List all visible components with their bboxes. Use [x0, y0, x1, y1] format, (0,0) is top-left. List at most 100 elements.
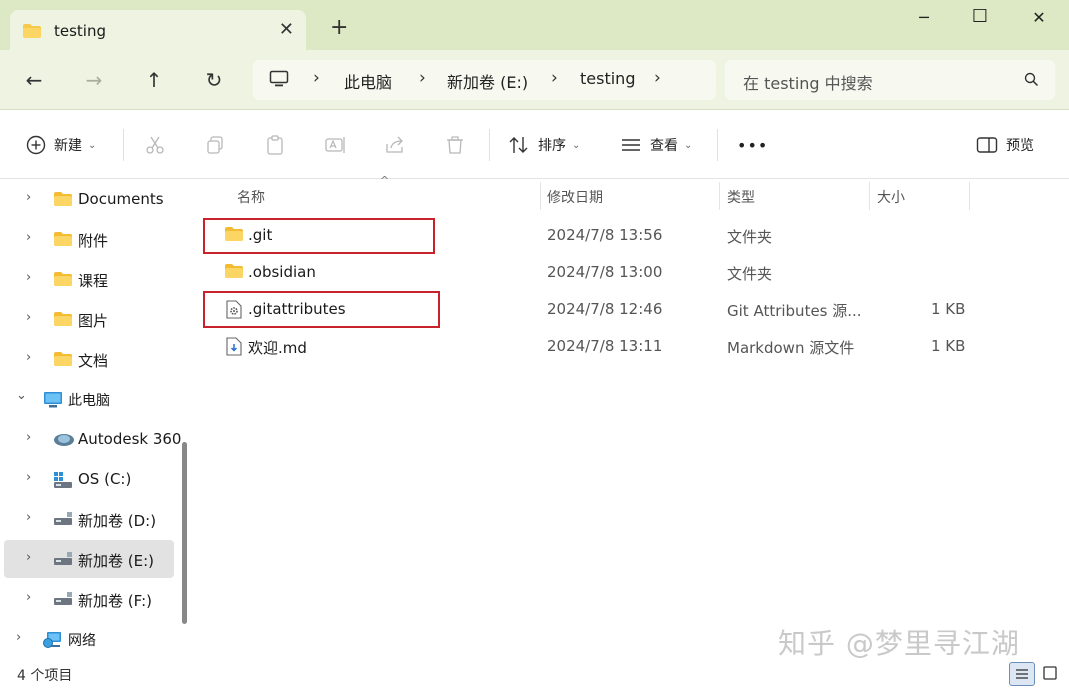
column-divider[interactable] — [969, 182, 970, 210]
breadcrumb-separator: › — [313, 68, 320, 88]
sidebar-item-label: 新加卷 (D:) — [78, 512, 157, 530]
sidebar-item-pictures[interactable]: › 图片 — [0, 300, 174, 338]
file-type: Markdown 源文件 — [727, 339, 855, 357]
markdown-file-icon — [226, 337, 242, 360]
status-bar: 4 个项目 — [0, 660, 1069, 688]
sidebar-item-label: Autodesk 360 — [78, 430, 182, 448]
chevron-right-icon[interactable]: › — [26, 350, 31, 365]
breadcrumb-this-pc[interactable]: 此电脑 — [344, 69, 392, 93]
chevron-right-icon[interactable]: › — [26, 190, 31, 205]
drive-icon — [53, 551, 73, 571]
details-view-button[interactable] — [1009, 662, 1035, 686]
copy-icon[interactable] — [205, 133, 225, 157]
more-options-button[interactable]: ••• — [737, 133, 768, 157]
view-button[interactable]: 查看 ⌄ — [620, 133, 692, 157]
new-button-label: 新建 — [54, 138, 82, 154]
divider — [123, 129, 124, 161]
new-tab-button[interactable]: + — [330, 17, 348, 39]
sort-ascending-icon: ^ — [380, 174, 390, 187]
sidebar-item-courses[interactable]: › 课程 — [0, 260, 174, 298]
cloud-drive-icon — [53, 431, 75, 451]
chevron-right-icon[interactable]: › — [26, 510, 31, 525]
share-icon[interactable] — [385, 133, 405, 157]
sidebar-item-label: 网络 — [68, 633, 96, 649]
sidebar-item-documents[interactable]: › Documents — [0, 180, 174, 218]
drive-icon — [53, 511, 73, 531]
sidebar-item-label: 附件 — [78, 232, 109, 250]
cut-icon[interactable] — [145, 133, 165, 157]
column-header-name[interactable]: 名称 — [237, 187, 265, 217]
minimize-button[interactable]: ─ — [904, 8, 944, 32]
sidebar-item-network[interactable]: › 网络 — [0, 620, 174, 658]
sidebar-item-drive-c[interactable]: › OS (C:) — [0, 460, 174, 498]
sort-button[interactable]: 排序 ⌄ — [508, 133, 580, 157]
column-divider[interactable] — [719, 182, 720, 210]
chevron-right-icon[interactable]: › — [26, 430, 31, 445]
preview-pane-button[interactable]: 预览 — [976, 133, 1034, 157]
file-type: Git Attributes 源... — [727, 302, 862, 320]
item-count: 4 个项目 — [17, 668, 73, 684]
new-button[interactable]: 新建 ⌄ — [26, 133, 96, 157]
folder-icon — [22, 23, 42, 43]
highlight-box-gitattributes — [203, 291, 440, 328]
forward-button[interactable]: → — [81, 67, 107, 93]
delete-icon[interactable] — [445, 133, 465, 157]
search-icon — [1024, 72, 1039, 91]
breadcrumb-separator[interactable]: › — [654, 68, 661, 88]
column-header-type[interactable]: 类型 — [727, 187, 755, 217]
chevron-right-icon[interactable]: › — [26, 270, 31, 285]
address-bar[interactable]: › 此电脑 › 新加卷 (E:) › testing › — [253, 60, 716, 100]
sidebar-item-label: 图片 — [78, 312, 109, 330]
file-type: 文件夹 — [727, 228, 773, 246]
paste-icon[interactable] — [265, 133, 285, 157]
column-divider[interactable] — [869, 182, 870, 210]
large-icons-view-button[interactable] — [1038, 662, 1064, 686]
tab-close-icon[interactable]: ✕ — [279, 19, 294, 40]
file-size: 1 KB — [931, 337, 966, 355]
sidebar-item-label: 文档 — [78, 352, 109, 370]
tab-testing[interactable]: testing ✕ — [10, 10, 306, 50]
chevron-right-icon[interactable]: › — [16, 630, 21, 645]
breadcrumb-separator: › — [419, 68, 426, 88]
back-button[interactable]: ← — [21, 67, 47, 93]
sidebar-item-label: 课程 — [78, 272, 109, 290]
chevron-down-icon: ⌄ — [684, 139, 693, 151]
sidebar-item-drive-d[interactable]: › 新加卷 (D:) — [0, 500, 174, 538]
chevron-right-icon[interactable]: › — [26, 470, 31, 485]
folder-icon — [53, 231, 73, 251]
sidebar-item-attachments[interactable]: › 附件 — [0, 220, 174, 258]
chevron-right-icon[interactable]: › — [26, 230, 31, 245]
sidebar-scrollbar[interactable] — [182, 442, 187, 624]
tab-title: testing — [54, 22, 107, 40]
folder-icon — [53, 351, 73, 371]
breadcrumb-testing[interactable]: testing — [580, 69, 635, 88]
column-header-date[interactable]: 修改日期 — [547, 187, 603, 217]
file-type: 文件夹 — [727, 265, 773, 283]
divider — [717, 129, 718, 161]
chevron-right-icon[interactable]: › — [26, 590, 31, 605]
column-header-size[interactable]: 大小 — [877, 187, 905, 217]
chevron-down-icon[interactable]: ⌄ — [16, 388, 27, 403]
maximize-button[interactable]: ☐ — [960, 6, 1000, 30]
search-box[interactable]: 在 testing 中搜索 — [725, 60, 1055, 100]
breadcrumb-drive-e[interactable]: 新加卷 (E:) — [447, 69, 528, 93]
chevron-right-icon[interactable]: › — [26, 550, 31, 565]
refresh-button[interactable]: ↻ — [201, 67, 227, 93]
sidebar-item-autodesk-360[interactable]: › Autodesk 360 — [0, 420, 181, 458]
sidebar-item-drive-e[interactable]: › 新加卷 (E:) — [4, 540, 174, 578]
column-divider[interactable] — [540, 182, 541, 210]
file-row-welcome-md[interactable]: 欢迎.md 2024/7/8 13:11 Markdown 源文件 1 KB — [196, 328, 1069, 364]
sidebar-item-drive-f[interactable]: › 新加卷 (F:) — [0, 580, 174, 618]
sidebar-item-label: 新加卷 (F:) — [78, 592, 152, 610]
up-button[interactable]: ↑ — [141, 67, 167, 93]
navigation-bar: ← → ↑ ↻ › 此电脑 › 新加卷 (E:) › testing › 在 t… — [0, 50, 1069, 110]
sidebar-item-this-pc[interactable]: ⌄ 此电脑 — [0, 380, 174, 418]
file-list: ^ 名称 修改日期 类型 大小 .git 2024/7/8 13:56 文件夹 … — [196, 174, 1069, 660]
sidebar-item-label: OS (C:) — [78, 470, 132, 488]
rename-icon[interactable] — [325, 133, 347, 157]
system-drive-icon — [53, 471, 73, 493]
chevron-right-icon[interactable]: › — [26, 310, 31, 325]
close-window-button[interactable]: ✕ — [1019, 8, 1059, 32]
file-row-obsidian[interactable]: .obsidian 2024/7/8 13:00 文件夹 — [196, 254, 1069, 290]
sidebar-item-docs[interactable]: › 文档 — [0, 340, 174, 378]
